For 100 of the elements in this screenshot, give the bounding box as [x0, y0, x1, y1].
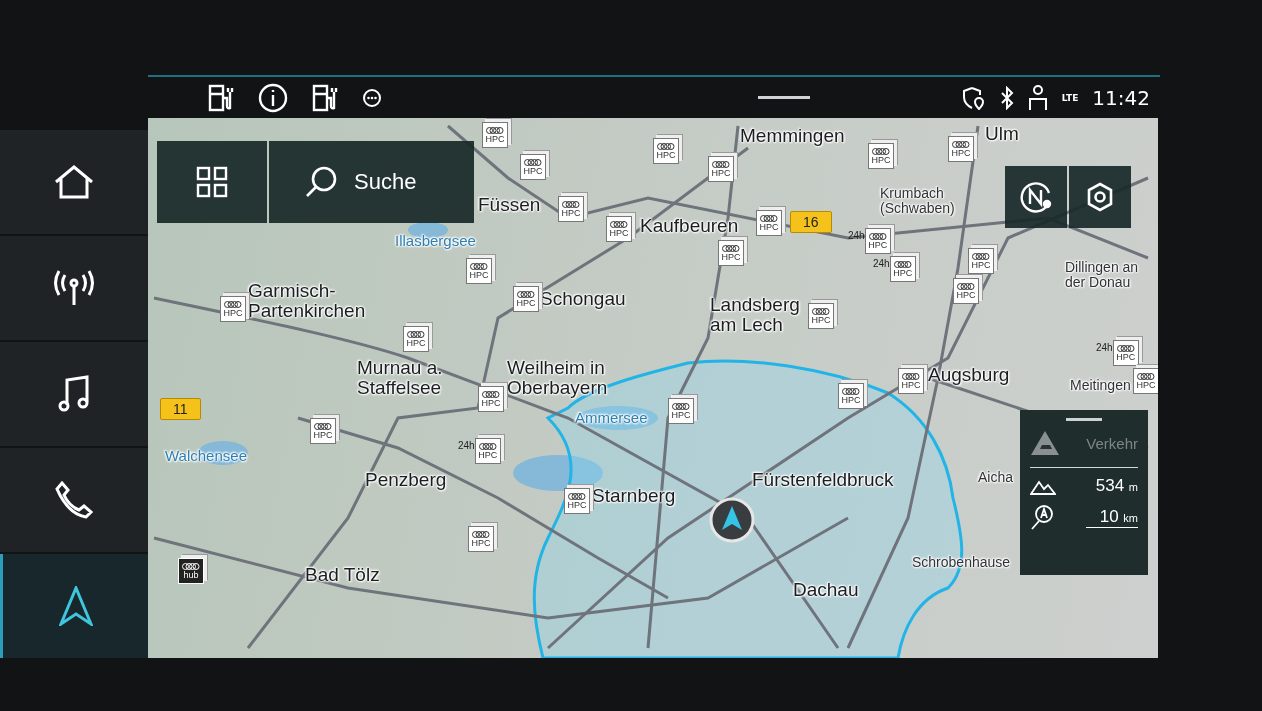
station-label: HPC	[956, 290, 976, 300]
place-label: Memmingen	[740, 126, 845, 146]
rings-icon	[657, 142, 675, 150]
station-label: HPC	[811, 315, 831, 325]
lake-label: Walchensee	[165, 448, 247, 464]
radio-button[interactable]	[0, 236, 148, 340]
home-icon	[53, 164, 95, 200]
panel-handle[interactable]	[1066, 418, 1102, 421]
place-label: Landsberg am Lech	[710, 295, 800, 335]
apps-button[interactable]	[157, 141, 267, 223]
place-label: Aicha	[978, 470, 1014, 485]
station-label: hub	[183, 570, 199, 580]
station-label: HPC	[516, 298, 536, 308]
rings-icon	[478, 442, 497, 450]
road-number-sign: 11	[160, 398, 201, 420]
rings-icon	[972, 252, 990, 260]
phone-icon	[54, 480, 94, 520]
charging-station-icon[interactable]	[312, 83, 338, 112]
navigation-arrow-icon	[58, 586, 93, 626]
place-label: Augsburg	[928, 365, 1010, 385]
radio-icon	[53, 269, 95, 307]
lake-label: Illasbergsee	[395, 233, 476, 249]
station-label: HPC	[721, 252, 741, 262]
clock-time: 11:42	[1092, 85, 1150, 110]
place-label: Bad Tölz	[305, 565, 380, 585]
place-label: Schongau	[540, 289, 626, 309]
scale-value: 10 km	[1085, 506, 1138, 528]
station-label: HPC	[656, 150, 676, 160]
place-label: Garmisch- Partenkirchen	[248, 281, 366, 321]
grid-icon	[196, 166, 228, 198]
station-label: HPC	[469, 270, 489, 280]
info-icon[interactable]	[258, 82, 288, 113]
station-label: HPC	[609, 228, 629, 238]
search-button[interactable]: Suche	[269, 141, 474, 223]
compass-button[interactable]	[1005, 166, 1067, 228]
station-label: HPC	[671, 410, 691, 420]
drag-handle[interactable]	[758, 96, 810, 99]
station-label: HPC	[711, 168, 731, 178]
place-label: Kaufbeuren	[640, 216, 739, 236]
rings-icon	[893, 260, 912, 268]
zoom-icon[interactable]	[1030, 504, 1054, 530]
rings-icon	[952, 140, 970, 148]
station-label: HPC	[1116, 352, 1136, 362]
place-label: Meitingen	[1070, 378, 1131, 393]
altitude-value: 534 m	[1095, 476, 1138, 496]
rings-icon	[568, 492, 586, 500]
rings-icon	[722, 244, 740, 252]
rings-icon	[524, 158, 542, 166]
media-button[interactable]	[0, 342, 148, 446]
station-label: HPC	[841, 395, 861, 405]
station-label: HPC	[893, 268, 913, 278]
home-button[interactable]	[0, 130, 148, 234]
person-icon	[1027, 84, 1048, 111]
rings-icon	[672, 402, 690, 410]
station-label: HPC	[223, 308, 243, 318]
station-label: HPC	[481, 398, 501, 408]
rings-icon	[407, 330, 425, 338]
settings-button[interactable]	[1069, 166, 1131, 228]
place-label: Krumbach (Schwaben)	[880, 186, 955, 216]
station-label: HPC	[471, 538, 491, 548]
charging-station-icon[interactable]	[208, 83, 234, 112]
rings-icon	[517, 290, 535, 298]
station-label: HPC	[485, 134, 505, 144]
rings-icon	[902, 372, 920, 380]
shield-pin-icon	[961, 85, 986, 110]
hours-label: 24h	[1096, 342, 1113, 353]
rings-icon	[610, 220, 628, 228]
compass-north-icon	[1018, 179, 1054, 215]
rings-icon	[1116, 344, 1135, 352]
network-indicator: LTE	[1061, 92, 1079, 103]
lake-label: Ammersee	[575, 410, 648, 426]
navigation-button[interactable]	[0, 554, 148, 658]
traffic-icon[interactable]	[1030, 429, 1060, 457]
rings-icon	[562, 200, 580, 208]
station-label: HPC	[1136, 380, 1156, 390]
station-label: HPC	[868, 240, 888, 250]
rings-icon	[812, 307, 830, 315]
road-number-sign: 16	[790, 211, 832, 233]
place-label: Dachau	[793, 580, 859, 600]
bluetooth-icon	[999, 85, 1014, 110]
rings-icon	[712, 160, 730, 168]
more-icon[interactable]	[362, 87, 382, 108]
place-label: Penzberg	[365, 470, 447, 490]
rings-icon	[314, 422, 332, 430]
hours-label: 24h	[458, 440, 475, 451]
place-label: Ulm	[985, 124, 1019, 144]
rings-icon	[842, 387, 860, 395]
station-label: HPC	[951, 148, 971, 158]
rings-icon	[868, 232, 887, 240]
place-label: Füssen	[478, 195, 541, 215]
rings-icon	[482, 390, 500, 398]
music-note-icon	[58, 375, 90, 413]
phone-button[interactable]	[0, 448, 148, 552]
rings-icon	[472, 530, 490, 538]
rings-icon	[1137, 372, 1155, 380]
station-label: HPC	[561, 208, 581, 218]
rings-icon	[182, 562, 200, 570]
place-label: Dillingen an der Donau	[1065, 260, 1139, 290]
place-label: Fürstenfeldbruck	[752, 470, 894, 490]
hours-label: 24h	[873, 258, 890, 269]
